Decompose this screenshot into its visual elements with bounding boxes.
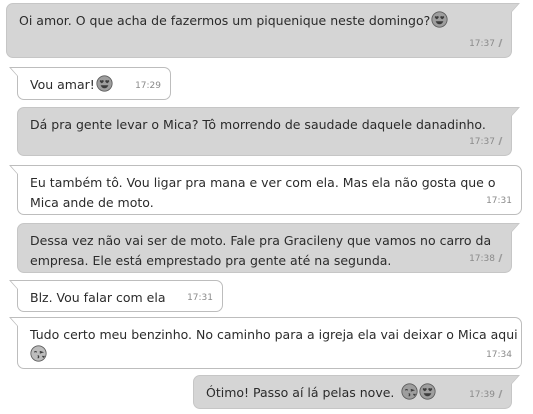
heart-eyes-emoji-icon: [96, 75, 113, 92]
message-bubble-incoming[interactable]: Tudo certo meu benzinho. No caminho para…: [9, 317, 522, 369]
message-text: Eu também tô. Vou ligar pra mana e ver c…: [30, 175, 496, 190]
message-time: 17:34: [486, 350, 512, 360]
message-text: Ótimo! Passo aí lá pelas nove.: [206, 383, 499, 403]
message-bubble-outgoing[interactable]: Dessa vez não vai ser de moto. Fale pra …: [17, 223, 520, 273]
double-check-icon: //: [499, 132, 503, 152]
kissing-emoji-icon: [30, 345, 47, 362]
double-check-icon: //: [499, 249, 503, 269]
kissing-emoji-icon: [401, 383, 418, 400]
message-meta: 17:37 //: [469, 132, 503, 152]
double-check-icon: //: [499, 385, 503, 405]
message-text: Dessa vez não vai ser de moto. Fale pra …: [30, 233, 492, 248]
message-text: Mica ande de moto.: [30, 195, 154, 210]
message-bubble-incoming[interactable]: Vou amar! 17:29: [9, 67, 171, 100]
message-time: 17:38: [469, 254, 495, 264]
message-time: 17:37: [469, 137, 495, 147]
message-time: 17:37: [469, 39, 495, 49]
double-check-icon: //: [499, 34, 503, 54]
message-meta: 17:31: [187, 288, 213, 308]
message-bubble-incoming[interactable]: Blz. Vou falar com ela 17:31: [9, 280, 223, 312]
message-time: 17:31: [187, 293, 213, 303]
heart-eyes-emoji-icon: [431, 11, 448, 28]
message-text: Blz. Vou falar com ela: [30, 290, 166, 305]
chat-conversation: Oi amor. O que acha de fazermos um pique…: [0, 0, 533, 414]
message-bubble-incoming[interactable]: Eu também tô. Vou ligar pra mana e ver c…: [9, 165, 522, 215]
heart-eyes-emoji-icon: [419, 383, 436, 400]
message-time: 17:29: [135, 81, 161, 91]
message-meta: 17:34: [486, 345, 512, 365]
message-time: 17:39: [469, 390, 495, 400]
message-bubble-outgoing[interactable]: Ótimo! Passo aí lá pelas nove. 17:39 //: [193, 375, 520, 409]
message-meta: 17:39 //: [469, 385, 503, 405]
message-meta: 17:37 //: [469, 34, 503, 54]
message-meta: 17:38 //: [469, 249, 503, 269]
message-bubble-outgoing[interactable]: Oi amor. O que acha de fazermos um pique…: [6, 3, 520, 58]
message-meta: 17:29: [135, 76, 161, 96]
message-text: empresa. Ele está emprestado pra gente a…: [30, 253, 392, 268]
message-time: 17:31: [486, 196, 512, 206]
message-text: Oi amor. O que acha de fazermos um pique…: [19, 11, 499, 31]
message-meta: 17:31: [486, 191, 512, 211]
message-bubble-outgoing[interactable]: Dá pra gente levar o Mica? Tô morrendo d…: [17, 107, 520, 156]
message-text: Dá pra gente levar o Mica? Tô morrendo d…: [30, 117, 486, 132]
message-text: Tudo certo meu benzinho. No caminho para…: [30, 327, 518, 342]
